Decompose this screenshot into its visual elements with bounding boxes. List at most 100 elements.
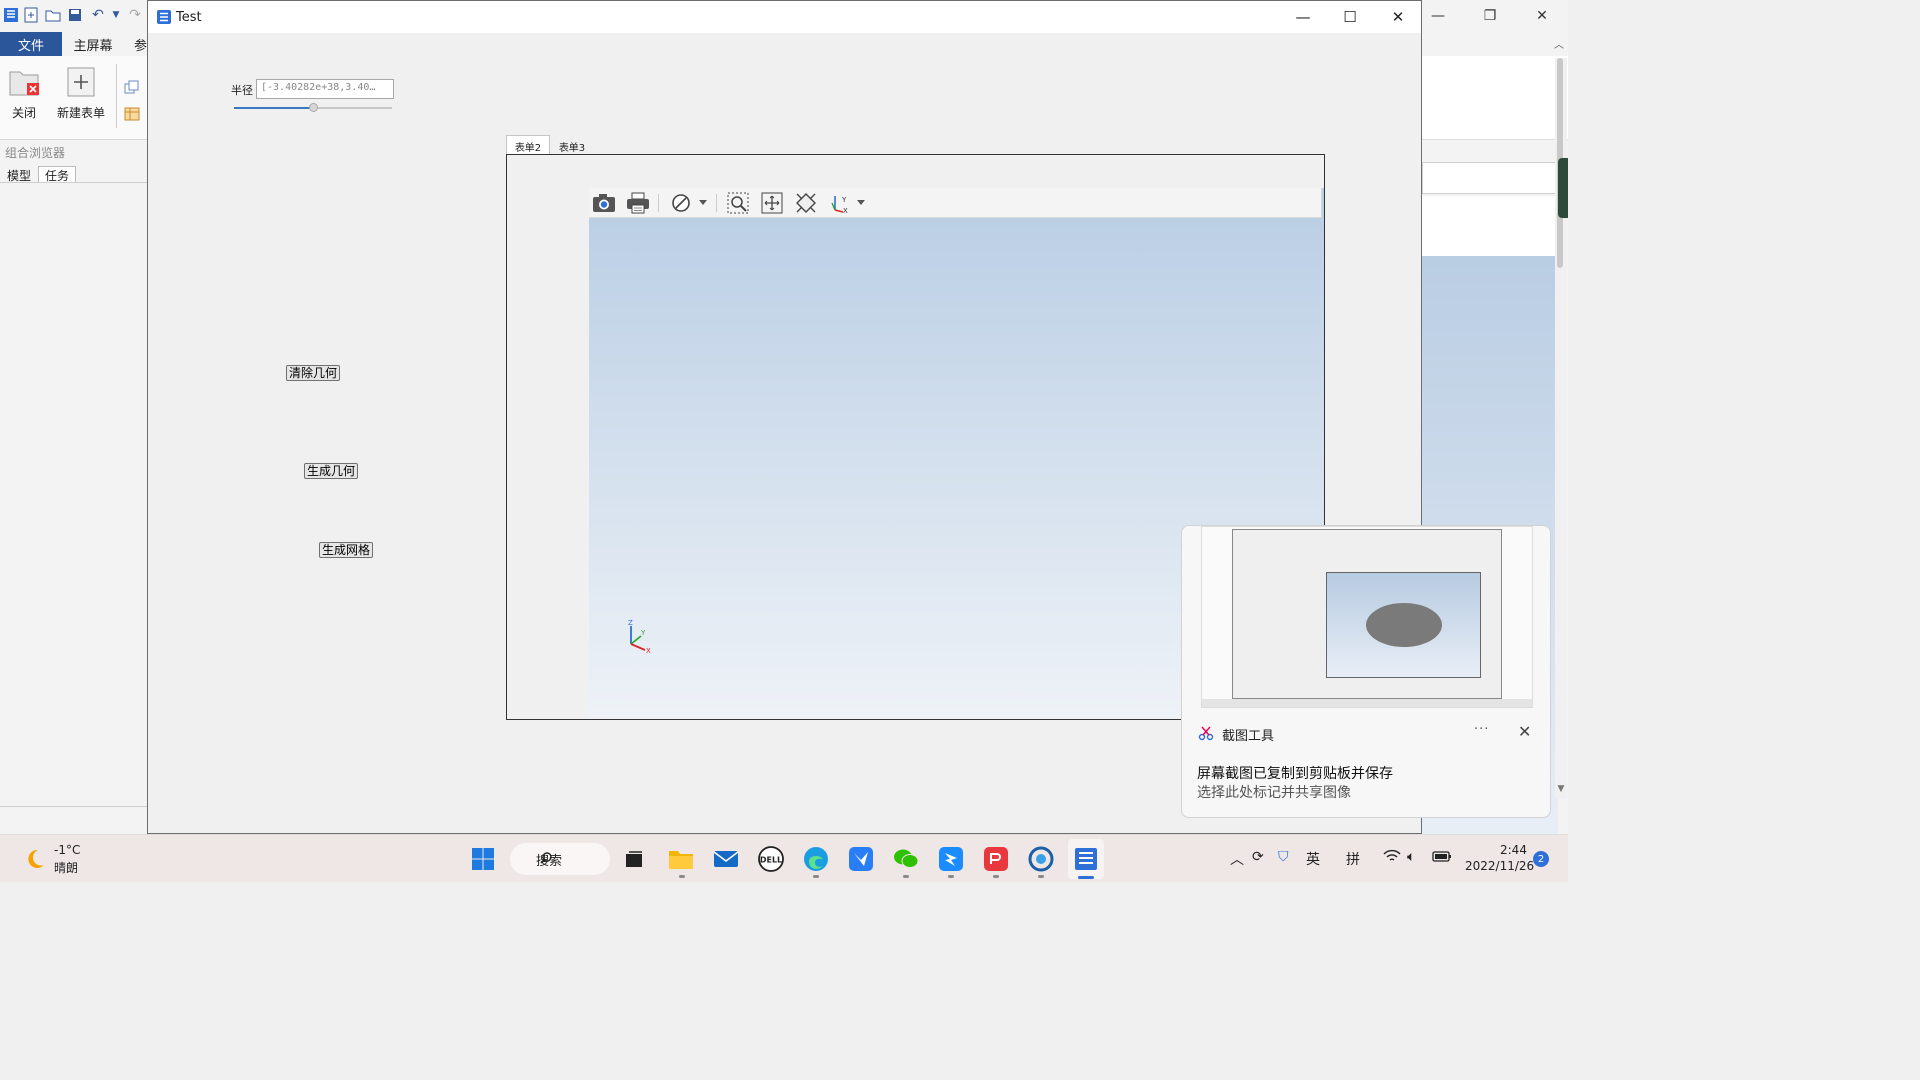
thumbnail-viewport [1326, 572, 1481, 678]
toolbar-separator [658, 194, 659, 212]
zoom-window-icon[interactable] [726, 192, 750, 214]
feishu-icon[interactable] [845, 843, 877, 875]
viewer-toolbar: YX [589, 188, 1322, 218]
combo-browser-status [0, 806, 148, 834]
radius-label: 半径 [231, 84, 253, 97]
wifi-icon[interactable] [1383, 849, 1401, 867]
vpn-client-icon[interactable] [1025, 843, 1057, 875]
generate-mesh-button[interactable]: 生成网格 [319, 542, 373, 558]
generate-geometry-button[interactable]: 生成几何 [304, 463, 358, 479]
new-form-label: 新建表单 [57, 106, 106, 120]
close-folder-icon [8, 66, 40, 98]
tab-home[interactable]: 主屏幕 [62, 32, 124, 56]
clear-geometry-button[interactable]: 清除几何 [286, 365, 340, 381]
ribbon-separator [116, 64, 117, 128]
notification-title: 屏幕截图已复制到剪贴板并保存 [1197, 766, 1393, 782]
copy-icon[interactable] [124, 80, 140, 99]
minimize-icon[interactable]: — [1279, 1, 1327, 33]
combo-browser-title: 组合浏览器 [5, 146, 66, 160]
fit-all-icon[interactable] [760, 192, 784, 214]
table-icon[interactable] [124, 106, 140, 125]
moon-icon[interactable] [22, 847, 46, 871]
show-hidden-icons-icon[interactable]: ︿ [1230, 849, 1244, 869]
file-explorer-icon[interactable] [665, 843, 697, 875]
tab-file[interactable]: 文件 [0, 32, 62, 56]
clock-time[interactable]: 2:44 [1500, 843, 1527, 857]
svg-text:X: X [843, 207, 848, 214]
axes-view-dropdown-icon[interactable] [857, 200, 865, 205]
redo-icon[interactable]: ↷ [126, 6, 144, 24]
thumbnail-taskbar [1202, 699, 1532, 707]
wps-icon[interactable] [980, 843, 1012, 875]
screenshot-thumbnail[interactable] [1201, 526, 1533, 708]
notification-badge[interactable]: 2 [1533, 851, 1549, 867]
clock-date[interactable]: 2022/11/26 [1465, 859, 1534, 873]
new-file-icon[interactable] [22, 6, 40, 24]
save-icon[interactable] [66, 6, 84, 24]
tab-model[interactable]: 模型 [2, 167, 36, 183]
more-options-icon[interactable]: ··· [1474, 722, 1489, 737]
task-view-icon[interactable] [618, 843, 650, 875]
svg-text:DELL: DELL [760, 856, 782, 865]
property-field[interactable] [1422, 162, 1558, 194]
maximize-icon[interactable]: ☐ [1326, 1, 1374, 33]
scroll-down-icon[interactable]: ▼ [1555, 784, 1567, 794]
app-logo-icon [2, 6, 20, 24]
wechat-icon[interactable] [890, 843, 922, 875]
windows-start-icon[interactable] [467, 843, 499, 875]
restore-icon[interactable]: ❐ [1464, 0, 1516, 32]
battery-icon[interactable] [1432, 849, 1452, 867]
new-form-button[interactable]: 新建表单 [57, 66, 105, 121]
notification-body: 选择此处标记并共享图像 [1197, 785, 1351, 801]
ime-mode[interactable]: 拼 [1346, 849, 1360, 869]
snipping-tool-icon [1198, 725, 1214, 741]
close-document-button[interactable]: 关闭 [8, 66, 40, 121]
sync-icon[interactable]: ⟳ [1252, 849, 1264, 865]
display-mode-dropdown-icon[interactable] [699, 200, 707, 205]
tab-partial[interactable]: 参 [134, 32, 147, 56]
volume-icon[interactable]: 🔈︎ [1407, 849, 1415, 865]
undo-icon[interactable]: ↶ [89, 6, 107, 24]
tab-form2[interactable]: 表单2 [506, 135, 550, 156]
thumbnail-window [1232, 529, 1502, 699]
display-mode-icon[interactable] [669, 192, 693, 214]
ime-language[interactable]: 英 [1306, 849, 1320, 869]
document-sheet [1422, 196, 1558, 256]
running-indicator [993, 875, 999, 878]
axes-view-icon[interactable]: YX [828, 192, 852, 214]
dell-icon[interactable]: DELL [755, 843, 787, 875]
weather-temperature[interactable]: -1°C [54, 843, 80, 857]
radius-input[interactable]: [-3.40282e+38,3.40… [256, 79, 394, 99]
camera-icon[interactable] [592, 192, 616, 214]
close-icon[interactable]: ✕ [1518, 722, 1531, 741]
combo-browser-panel: 组合浏览器 模型 任务 [0, 141, 148, 834]
print-icon[interactable] [626, 192, 650, 214]
edge-icon[interactable] [800, 843, 832, 875]
running-indicator [903, 875, 909, 878]
active-indicator [1078, 876, 1094, 879]
mail-icon[interactable] [710, 843, 742, 875]
running-indicator [948, 875, 954, 878]
undo-dropdown-icon[interactable]: ▼ [107, 6, 125, 24]
ribbon-collapse-icon[interactable]: ︿ [1554, 36, 1564, 51]
dingtalk-icon[interactable] [935, 843, 967, 875]
close-icon[interactable]: ✕ [1374, 1, 1422, 33]
open-folder-icon[interactable] [44, 6, 62, 24]
weather-description[interactable]: 晴朗 [54, 859, 78, 876]
tab-task[interactable]: 任务 [38, 166, 76, 183]
slider-fill [234, 107, 313, 109]
running-indicator [1038, 875, 1044, 878]
slider-handle[interactable] [309, 103, 318, 112]
close-icon[interactable]: ✕ [1516, 0, 1568, 32]
shield-icon[interactable]: ⛉ [1278, 849, 1289, 865]
test-app-taskbar-icon[interactable] [1070, 843, 1102, 875]
running-indicator [813, 875, 819, 878]
radius-slider[interactable] [234, 103, 392, 113]
view-fit-selection-icon[interactable] [794, 192, 818, 214]
taskbar-search[interactable]: 搜索 [510, 843, 610, 875]
running-indicator [679, 875, 685, 878]
window-title: Test [176, 10, 202, 25]
snipping-tool-notification[interactable]: 截图工具 ··· ✕ 屏幕截图已复制到剪贴板并保存 选择此处标记并共享图像 [1181, 525, 1551, 818]
side-widget[interactable] [1558, 158, 1568, 218]
taskbar: -1°C 晴朗 搜索 DELL ︿ ⟳ ⛉ 英 拼 🔈︎ 2:44 2022/1… [0, 834, 1568, 882]
